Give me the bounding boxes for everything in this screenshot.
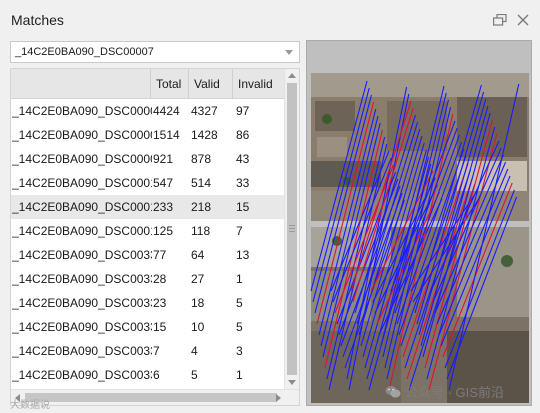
table-body: _14C2E0BA090_DSC00008 4424 4327 97 _14C2E0BA… (11, 99, 285, 387)
watermark-right-text: 公众号 · GIS前沿 (405, 385, 504, 400)
cell-valid: 1428 (191, 128, 218, 142)
cell-valid: 218 (191, 200, 212, 214)
cell-invalid: 5 (236, 296, 243, 310)
table-row[interactable]: _14C2E0BA090_DSC00335 6 5 1 (11, 363, 285, 387)
cell-total: 6 (153, 368, 160, 382)
scroll-right-icon[interactable] (276, 394, 281, 402)
cell-valid: 878 (191, 152, 212, 166)
table-row[interactable]: _14C2E0BA090_DSC00331 7 4 3 (11, 339, 285, 363)
cell-name: _14C2E0BA090_DSC00331 (12, 344, 152, 358)
watermark-left: 大数据说 (10, 400, 50, 411)
table-row[interactable]: _14C2E0BA090_DSC00009 921 878 43 (11, 147, 285, 171)
watermark-right: 公众号 · GIS前沿 (385, 382, 504, 401)
chevron-down-icon (285, 50, 293, 55)
column-header-total[interactable]: Total (150, 69, 188, 99)
cell-name: _14C2E0BA090_DSC00006 (12, 128, 152, 142)
cell-invalid: 5 (236, 320, 243, 334)
restore-window-icon[interactable] (490, 10, 510, 30)
table-row[interactable]: _14C2E0BA090_DSC00334 28 27 1 (11, 267, 285, 291)
cell-invalid: 33 (236, 176, 250, 190)
scroll-up-icon[interactable] (288, 73, 296, 78)
cell-name: _14C2E0BA090_DSC00335 (12, 368, 152, 382)
image-selector-value: _14C2E0BA090_DSC00007 (15, 46, 154, 58)
cell-name: _14C2E0BA090_DSC00012 (12, 224, 152, 238)
cell-invalid: 7 (236, 224, 243, 238)
table-row[interactable]: _14C2E0BA090_DSC00332 77 64 13 (11, 243, 285, 267)
cell-valid: 27 (191, 272, 205, 286)
cell-total: 1514 (153, 128, 180, 142)
cell-valid: 4 (191, 344, 198, 358)
panel-title: Matches (11, 12, 64, 28)
cell-invalid: 86 (236, 128, 250, 142)
cell-invalid: 15 (236, 200, 250, 214)
horizontal-scroll-thumb[interactable] (25, 393, 277, 402)
cell-total: 7 (153, 344, 160, 358)
cell-total: 28 (153, 272, 167, 286)
cell-total: 233 (153, 200, 174, 214)
cell-name: _14C2E0BA090_DSC00334 (12, 272, 152, 286)
cell-name: _14C2E0BA090_DSC00333 (12, 296, 152, 310)
cell-total: 77 (153, 248, 167, 262)
matches-table: Total Valid Invalid _14C2E0BA090_DSC0000… (10, 68, 300, 406)
cell-total: 4424 (153, 104, 180, 118)
column-header-invalid[interactable]: Invalid (232, 69, 285, 99)
scroll-down-icon[interactable] (288, 380, 296, 385)
table-row[interactable]: _14C2E0BA090_DSC00011 547 514 33 (11, 171, 285, 195)
cell-valid: 118 (191, 224, 211, 238)
table-header: Total Valid Invalid (11, 69, 285, 99)
close-icon[interactable] (513, 10, 533, 30)
table-row[interactable]: _14C2E0BA090_DSC00333 23 18 5 (11, 291, 285, 315)
cell-invalid: 43 (236, 152, 250, 166)
cell-valid: 5 (191, 368, 198, 382)
cell-total: 921 (153, 152, 174, 166)
table-row[interactable]: _14C2E0BA090_DSC00008 4424 4327 97 (11, 99, 285, 123)
match-preview-image (306, 40, 532, 406)
cell-total: 125 (153, 224, 174, 238)
cell-total: 15 (153, 320, 167, 334)
image-selector-dropdown[interactable]: _14C2E0BA090_DSC00007 (10, 41, 300, 63)
cell-name: _14C2E0BA090_DSC00008 (12, 104, 152, 118)
cell-name: _14C2E0BA090_DSC00010 (12, 200, 152, 214)
column-header-valid[interactable]: Valid (188, 69, 232, 99)
cell-valid: 64 (191, 248, 205, 262)
cell-valid: 514 (191, 176, 212, 190)
cell-name: _14C2E0BA090_DSC00011 (12, 176, 152, 190)
wechat-icon (385, 385, 401, 397)
cell-valid: 18 (191, 296, 205, 310)
cell-valid: 10 (191, 320, 205, 334)
cell-invalid: 1 (236, 272, 243, 286)
cell-name: _14C2E0BA090_DSC00336 (12, 320, 152, 334)
cell-invalid: 13 (236, 248, 250, 262)
cell-invalid: 1 (236, 368, 243, 382)
cell-name: _14C2E0BA090_DSC00009 (12, 152, 152, 166)
table-row[interactable]: _14C2E0BA090_DSC00336 15 10 5 (11, 315, 285, 339)
cell-total: 547 (153, 176, 174, 190)
table-row[interactable]: _14C2E0BA090_DSC00012 125 118 7 (11, 219, 285, 243)
cell-name: _14C2E0BA090_DSC00332 (12, 248, 152, 262)
table-row[interactable]: _14C2E0BA090_DSC00010 233 218 15 (11, 195, 285, 219)
vertical-scroll-thumb[interactable] (287, 83, 297, 375)
horizontal-scrollbar[interactable] (11, 389, 299, 405)
cell-invalid: 3 (236, 344, 243, 358)
cell-total: 23 (153, 296, 167, 310)
cell-invalid: 97 (236, 104, 250, 118)
column-header-name[interactable] (11, 69, 150, 99)
table-row[interactable]: _14C2E0BA090_DSC00006 1514 1428 86 (11, 123, 285, 147)
vertical-scrollbar[interactable] (284, 69, 299, 389)
panel-titlebar: Matches (0, 0, 540, 38)
cell-valid: 4327 (191, 104, 218, 118)
